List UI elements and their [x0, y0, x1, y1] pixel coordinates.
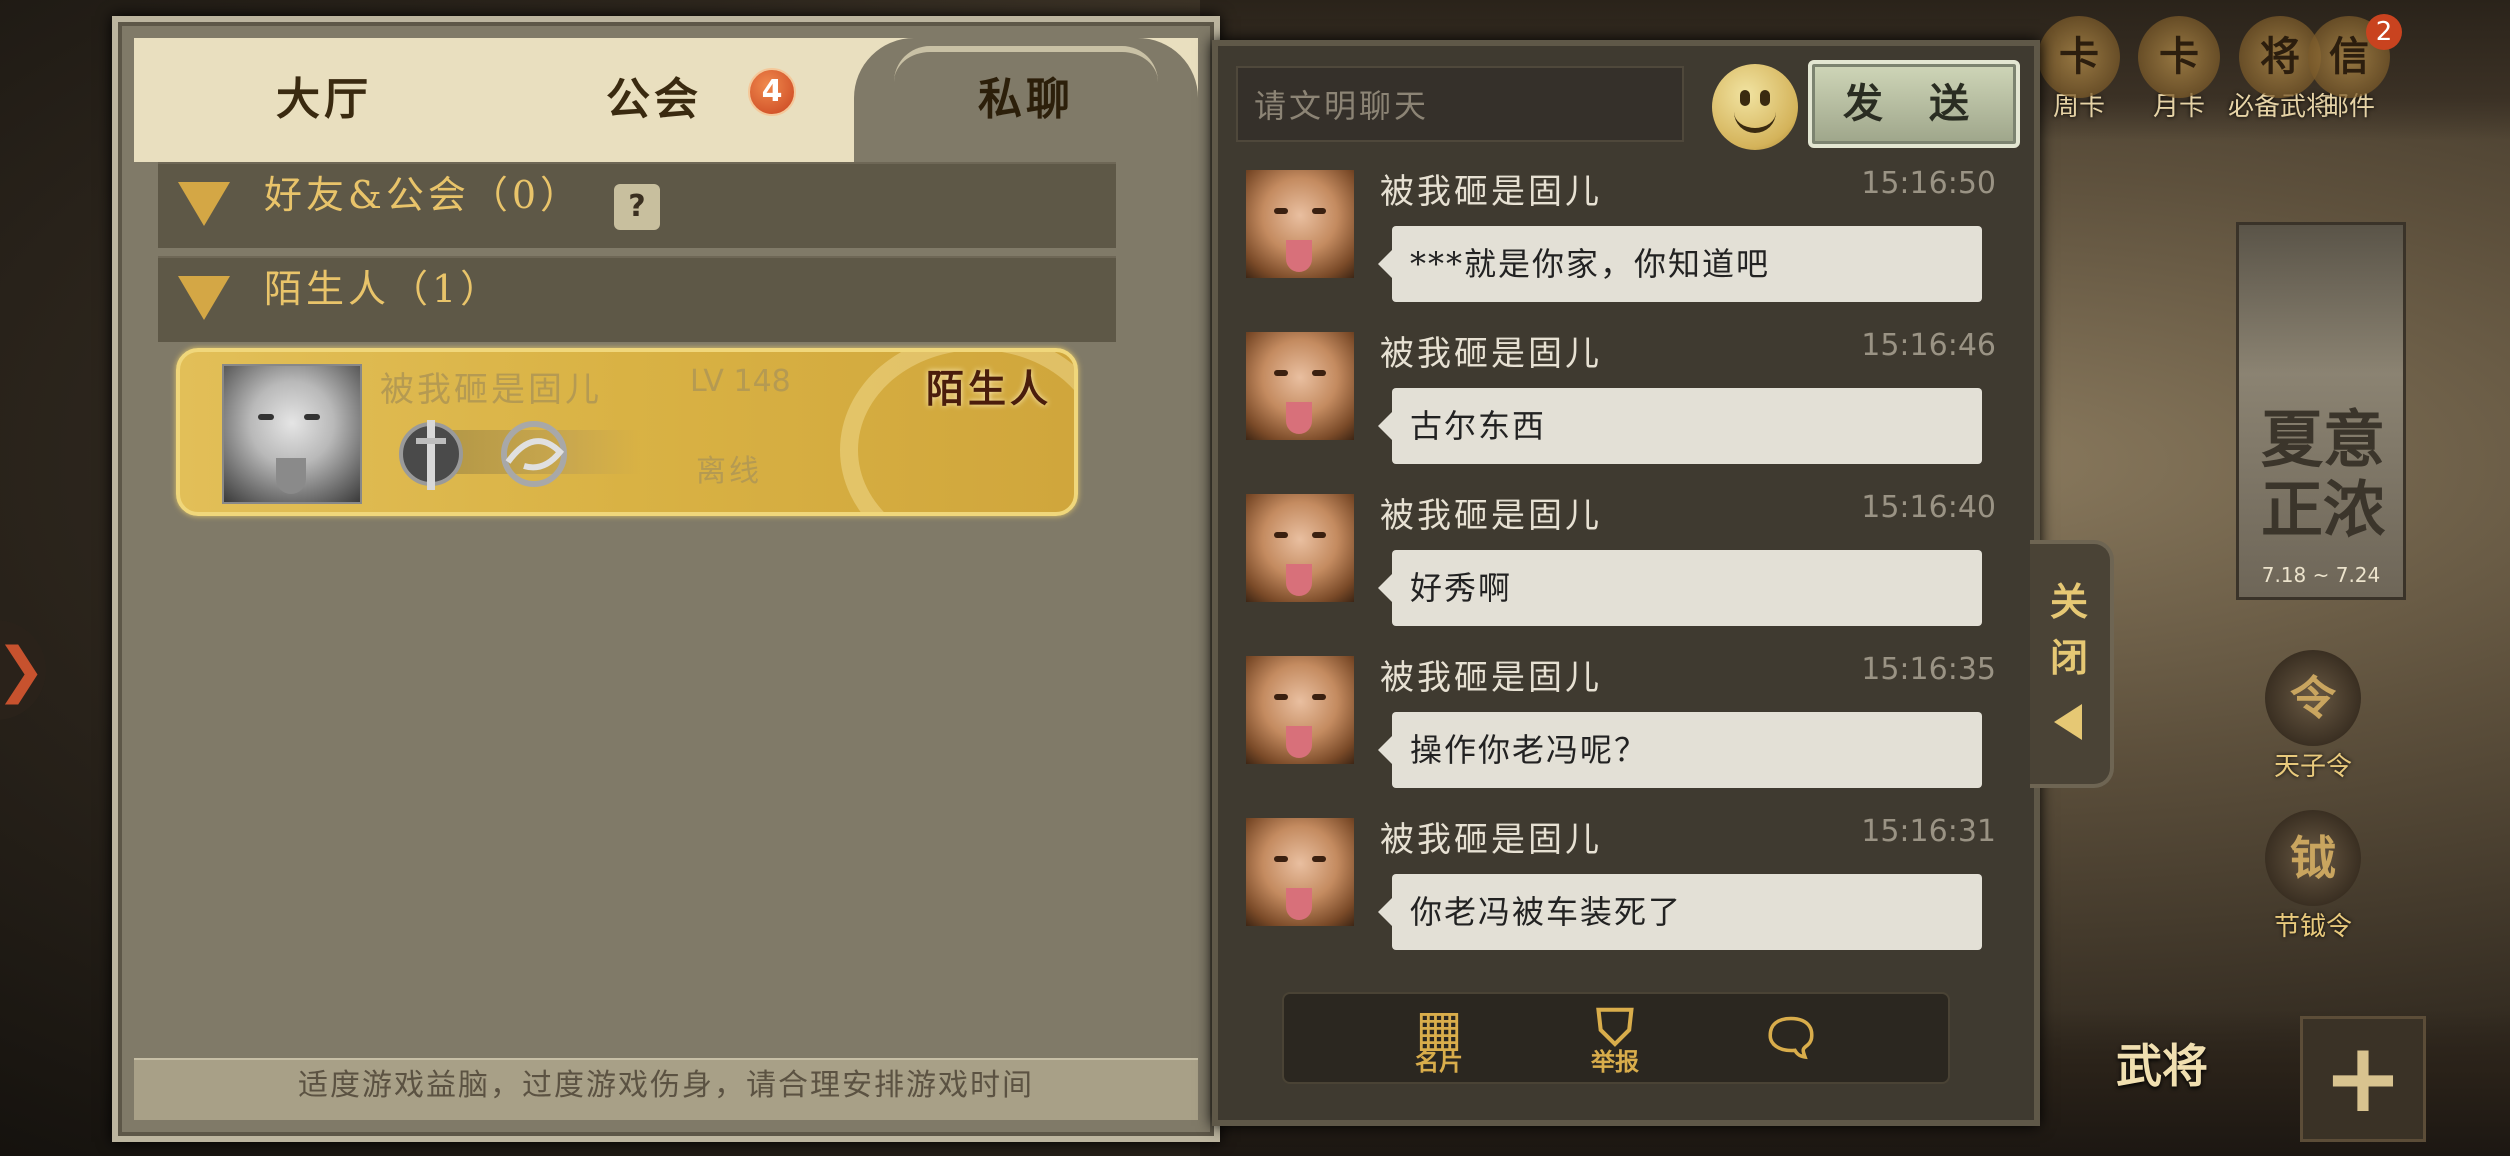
chat-message: 被我砸是固儿 15:16:31 你老冯被车装死了	[1246, 814, 2006, 968]
message-time: 15:16:40	[1861, 490, 1996, 525]
help-icon[interactable]: ?	[614, 184, 660, 230]
contact-level: LV 148	[690, 364, 791, 399]
add-icon[interactable]: +	[2300, 1016, 2426, 1142]
message-bubble: 你老冯被车装死了	[1378, 874, 1982, 950]
sender-avatar[interactable]	[1246, 170, 1354, 278]
expand-triangle-icon	[178, 182, 230, 226]
message-time: 15:16:46	[1861, 328, 1996, 363]
expand-triangle-icon	[178, 276, 230, 320]
channel-tabbar: 大厅 公会 4 私聊	[134, 38, 1198, 162]
contact-relation-tag: 陌生人	[926, 366, 1053, 411]
collapse-arrow-icon	[2054, 704, 2082, 740]
tab-private-chat[interactable]: 私聊	[854, 38, 1198, 162]
report-button[interactable]: ⛉ 举报	[1550, 998, 1680, 1078]
weekly-card-icon: 卡	[2038, 16, 2120, 98]
dragon-rank-icon	[501, 421, 567, 487]
close-label: 关闭	[2049, 579, 2088, 680]
private-chat-window: 请文明聊天 发 送 被我砸是固儿 15:16:50 ***就是你家，你知道吧 被…	[1212, 40, 2040, 1126]
contact-name: 被我砸是固儿	[380, 370, 602, 410]
message-bubble: ***就是你家，你知道吧	[1378, 226, 1982, 302]
close-chat-button[interactable]: 关闭	[2030, 540, 2114, 788]
group-friends-guild[interactable]: 好友&公会（0） ?	[158, 162, 1116, 248]
sender-name: 被我砸是固儿	[1380, 172, 1602, 212]
chat-message: 被我砸是固儿 15:16:35 操作你老冯呢？	[1246, 652, 2006, 806]
message-bubble: 古尔东西	[1378, 388, 1982, 464]
event-banner-title: 夏意正浓	[2260, 403, 2385, 546]
chat-channel-panel: 大厅 公会 4 私聊 好友&公会（0） ? 陌生人（1） 被我砸是固儿 LV 1…	[112, 16, 1220, 1142]
group-label: 好友&公会（0）	[264, 173, 583, 217]
sender-avatar[interactable]	[1246, 656, 1354, 764]
emperor-order-button[interactable]: 令 天子令	[2258, 650, 2368, 783]
sender-avatar[interactable]	[1246, 332, 1354, 440]
sender-name: 被我砸是固儿	[1380, 496, 1602, 536]
event-banner[interactable]: 夏意正浓 7.18 ~ 7.24	[2236, 222, 2406, 600]
contact-avatar	[222, 364, 362, 504]
contact-status: 离线	[696, 454, 762, 489]
sender-name: 被我砸是固儿	[1380, 334, 1602, 374]
clear-chat-button[interactable]: 🗨	[1726, 998, 1856, 1078]
chat-message: 被我砸是固儿 15:16:40 好秀啊	[1246, 490, 2006, 644]
chat-message: 被我砸是固儿 15:16:50 ***就是你家，你知道吧	[1246, 166, 2006, 320]
group-strangers[interactable]: 陌生人（1）	[158, 256, 1116, 342]
sword-rank-icon	[399, 420, 463, 490]
health-notice: 适度游戏益脑，过度游戏伤身，请合理安排游戏时间	[134, 1058, 1198, 1120]
sender-avatar[interactable]	[1246, 818, 1354, 926]
sender-name: 被我砸是固儿	[1380, 658, 1602, 698]
send-button[interactable]: 发 送	[1808, 60, 2020, 148]
message-time: 15:16:50	[1861, 166, 1996, 201]
mail-badge: 2	[2366, 14, 2402, 50]
message-bubble: 好秀啊	[1378, 550, 1982, 626]
chat-toolbar: ▦ 名片 ⛉ 举报 🗨	[1282, 992, 1950, 1084]
smiley-icon[interactable]	[1712, 64, 1798, 150]
emperor-order-icon: 令	[2265, 650, 2361, 746]
tab-hall[interactable]: 大厅	[194, 38, 454, 162]
profile-card-button[interactable]: ▦ 名片	[1374, 998, 1504, 1078]
message-time: 15:16:35	[1861, 652, 1996, 687]
generals-button[interactable]: 武将	[2116, 1030, 2208, 1096]
sender-name: 被我砸是固儿	[1380, 820, 1602, 860]
clear-chat-icon: 🗨	[1759, 1008, 1823, 1067]
tab-guild[interactable]: 公会	[524, 38, 784, 162]
guild-unread-badge: 4	[748, 68, 796, 116]
group-label: 陌生人（1）	[264, 267, 503, 311]
sender-avatar[interactable]	[1246, 494, 1354, 602]
festival-order-icon: 钺	[2265, 810, 2361, 906]
festival-order-button[interactable]: 钺 节钺令	[2258, 810, 2368, 943]
message-time: 15:16:31	[1861, 814, 1996, 849]
contact-card[interactable]: 被我砸是固儿 LV 148 陌生人 离线	[176, 348, 1078, 516]
event-banner-date: 7.18 ~ 7.24	[2261, 563, 2381, 587]
message-bubble: 操作你老冯呢？	[1378, 712, 1982, 788]
chat-message: 被我砸是固儿 15:16:46 古尔东西	[1246, 328, 2006, 482]
chat-input[interactable]: 请文明聊天	[1236, 66, 1684, 142]
